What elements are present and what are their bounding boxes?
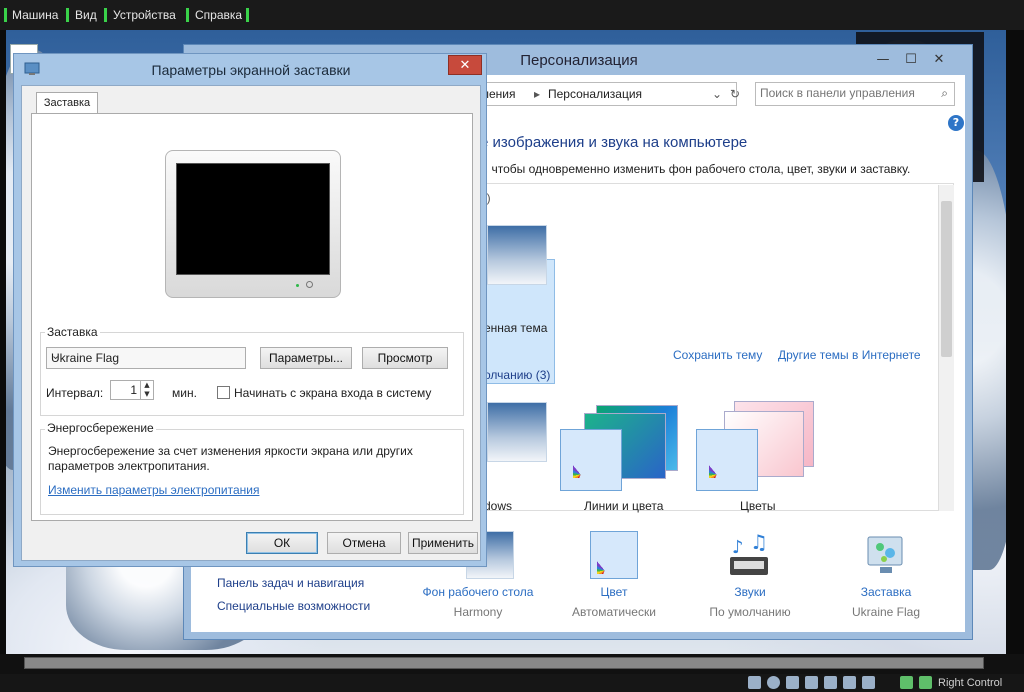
stepper-arrows-icon[interactable]: ▲ ▼	[140, 381, 153, 399]
tab-panel: Заставка Ukraine Flag ⌄ Параметры... Про…	[31, 113, 473, 521]
menu-devices[interactable]: Устройства	[113, 8, 176, 22]
scrollbar-thumb[interactable]	[941, 201, 952, 357]
search-input[interactable]	[760, 86, 930, 100]
capture-icon[interactable]	[862, 676, 875, 689]
search-icon[interactable]: ⌕	[941, 86, 948, 101]
screensaver-select[interactable]: Ukraine Flag ⌄	[46, 347, 246, 369]
dialog-title: Параметры экранной заставки	[151, 62, 351, 78]
sounds-icon[interactable]: ♪ ♫	[726, 530, 774, 579]
search-box[interactable]: ⌕	[755, 82, 955, 106]
mouse-integration-icon[interactable]	[900, 676, 913, 689]
theme-thumbnail[interactable]	[487, 402, 547, 462]
network-icon[interactable]	[843, 676, 856, 689]
power-group-label: Энергосбережение	[45, 421, 156, 435]
menu-separator	[66, 8, 69, 22]
minutes-label: мин.	[172, 386, 197, 400]
chevron-down-icon: ⌄	[51, 350, 61, 362]
screensaver-icon[interactable]	[862, 531, 910, 579]
ok-button[interactable]: ОК	[246, 532, 318, 554]
power-button-icon	[306, 281, 313, 288]
breadcrumb-separator-icon: ▸	[534, 87, 541, 101]
screensaver-link[interactable]: Заставка	[826, 585, 946, 599]
color-value: Автоматически	[572, 605, 656, 619]
theme-color-swatch[interactable]	[696, 429, 758, 491]
usb-icon[interactable]	[786, 676, 799, 689]
close-button[interactable]: ✕	[448, 55, 482, 75]
theme-thumbnail	[487, 225, 547, 285]
accessibility-link[interactable]: Специальные возможности	[217, 599, 370, 613]
interval-stepper[interactable]: 1 ▲ ▼	[110, 380, 154, 400]
sounds-link[interactable]: Звуки	[690, 585, 810, 599]
settings-button[interactable]: Параметры...	[260, 347, 352, 369]
vm-menubar: Машина Вид Устройства Справка	[0, 0, 1024, 30]
maximize-button[interactable]: ☐	[898, 51, 924, 69]
resume-label[interactable]: Начинать с экрана входа в систему	[234, 386, 431, 400]
power-description: Энергосбережение за счет изменения яркос…	[48, 444, 413, 458]
desktop-background-value: Harmony	[453, 605, 503, 619]
page-subheading: у, чтобы одновременно изменить фон рабоч…	[480, 162, 911, 176]
close-button[interactable]: ✕	[926, 51, 952, 69]
screensaver-value: Ukraine Flag	[851, 605, 921, 619]
theme-label: Линии и цвета	[584, 499, 664, 513]
taskbar-navigation-link[interactable]: Панель задач и навигация	[217, 576, 364, 590]
power-settings-link[interactable]: Изменить параметры электропитания	[48, 483, 259, 497]
preview-screen	[176, 163, 330, 275]
interval-label: Интервал:	[46, 386, 104, 400]
screensaver-dialog: Параметры экранной заставки ✕ Заставка З…	[13, 53, 487, 567]
default-themes-heading: олчанию (3)	[484, 368, 551, 382]
optical-drive-icon[interactable]	[767, 676, 780, 689]
menu-separator	[104, 8, 107, 22]
menu-separator	[4, 8, 7, 22]
svg-text:♫: ♫	[750, 531, 768, 554]
save-theme-link[interactable]: Сохранить тему	[673, 348, 762, 362]
menu-separator	[186, 8, 189, 22]
host-key-icon	[919, 676, 932, 689]
screensaver-group-label: Заставка	[45, 325, 100, 339]
preview-monitor	[165, 150, 341, 298]
refresh-icon[interactable]: ↻	[730, 87, 740, 101]
shared-folder-icon[interactable]	[805, 676, 818, 689]
help-icon[interactable]: ?	[948, 115, 964, 131]
color-fan-icon	[597, 538, 635, 574]
tab-screensaver[interactable]: Заставка	[36, 92, 98, 114]
power-led	[296, 284, 299, 287]
cancel-button[interactable]: Отмена	[327, 532, 401, 554]
interval-value[interactable]: 1	[130, 383, 137, 397]
sounds-value: По умолчанию	[709, 605, 791, 619]
theme-label: Цветы	[740, 499, 776, 513]
screensaver-group	[40, 332, 464, 416]
online-themes-link[interactable]: Другие темы в Интернете	[778, 348, 921, 362]
hdd-icon[interactable]	[748, 676, 761, 689]
breadcrumb-item[interactable]: Персонализация	[548, 87, 642, 101]
dialog-body: Заставка Заставка Ukraine Flag ⌄ Парамет…	[21, 85, 481, 561]
menu-view[interactable]: Вид	[75, 8, 97, 22]
host-key-label: Right Control	[938, 677, 1003, 689]
color-fan-icon	[709, 442, 747, 478]
minimize-button[interactable]: —	[870, 51, 896, 69]
display-icon[interactable]	[824, 676, 837, 689]
themes-scrollbar[interactable]	[938, 185, 954, 511]
menu-machine[interactable]: Машина	[12, 8, 58, 22]
page-heading: е изображения и звука на компьютере	[480, 134, 748, 151]
power-description: параметров электропитания.	[48, 459, 210, 473]
theme-color-swatch[interactable]	[560, 429, 622, 491]
breadcrumb-item[interactable]: ления	[482, 87, 516, 101]
resume-checkbox[interactable]	[217, 386, 230, 399]
color-fan-icon	[573, 442, 611, 478]
menu-separator	[246, 8, 249, 22]
svg-text:♪: ♪	[732, 537, 744, 558]
desktop-background-link[interactable]: Фон рабочего стола	[418, 585, 538, 599]
color-link[interactable]: Цвет	[554, 585, 674, 599]
chevron-down-icon[interactable]: ⌄	[712, 87, 722, 101]
preview-button[interactable]: Просмотр	[362, 347, 448, 369]
vm-horizontal-scrollbar[interactable]	[24, 657, 984, 669]
menu-help[interactable]: Справка	[195, 8, 242, 22]
color-icon[interactable]	[590, 531, 638, 579]
theme-label: енная тема	[484, 321, 548, 335]
theme-label: dows	[484, 499, 513, 513]
apply-button[interactable]: Применить	[408, 532, 478, 554]
